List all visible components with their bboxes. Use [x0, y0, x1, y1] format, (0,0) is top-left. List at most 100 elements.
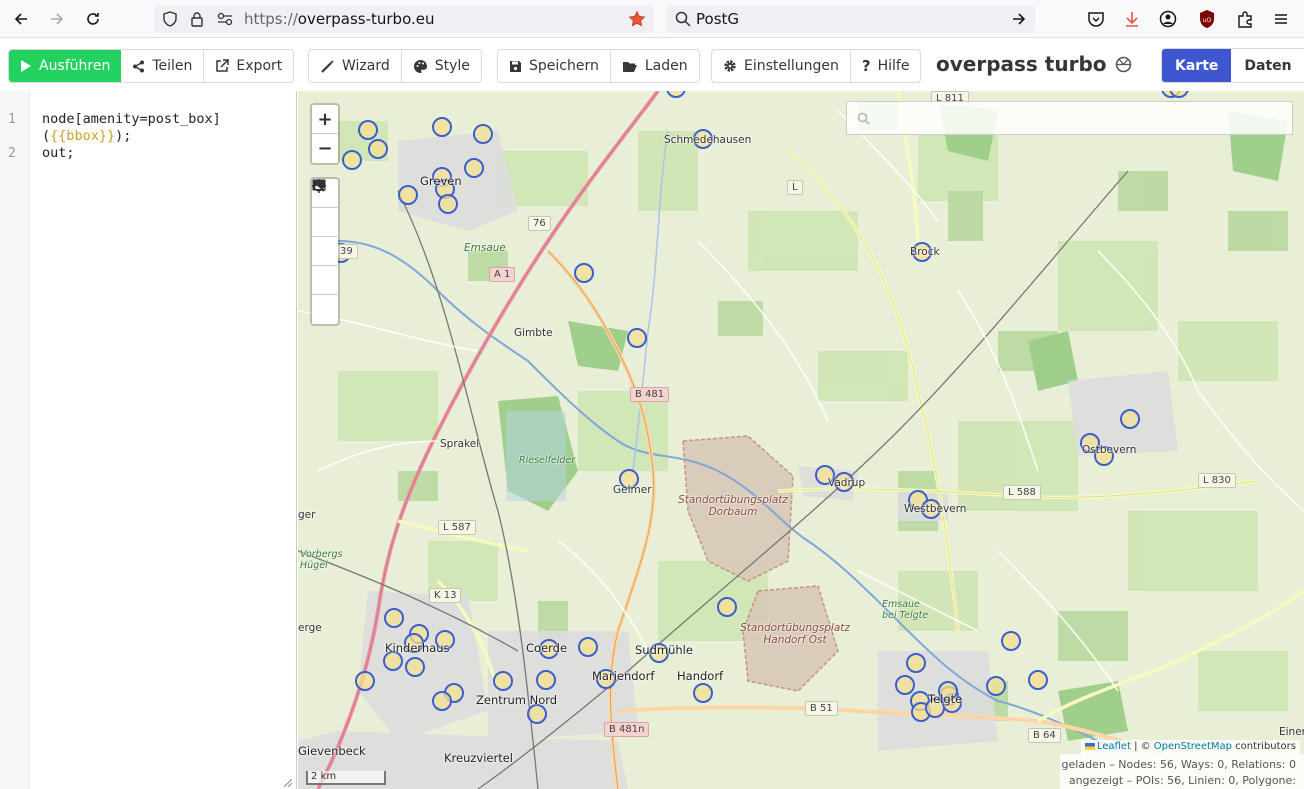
export-label: Export — [236, 58, 283, 74]
previous-view-button[interactable] — [312, 180, 338, 295]
bookmark-star-icon[interactable] — [628, 10, 646, 32]
menu-icon[interactable] — [1270, 8, 1292, 30]
style-button[interactable]: Style — [402, 50, 481, 82]
post-box-marker[interactable] — [432, 117, 452, 137]
post-box-marker[interactable] — [432, 691, 452, 711]
wizard-button[interactable]: Wizard — [309, 50, 402, 82]
place-label: Kreuzviertel — [444, 751, 513, 765]
map-view[interactable]: Greven Schmedehausen Emsaue Gimbte Sprak… — [298, 91, 1304, 789]
place-label: Vadrup — [828, 477, 866, 489]
road-shield: L 830 — [1198, 473, 1236, 488]
post-box-marker[interactable] — [355, 671, 375, 691]
post-box-marker[interactable] — [717, 597, 737, 617]
place-label: Rieselfelder — [519, 455, 576, 466]
tab-data[interactable]: Daten — [1231, 49, 1304, 82]
ublock-icon[interactable]: uO — [1196, 8, 1218, 30]
post-box-marker[interactable] — [1001, 631, 1021, 651]
export-image-button[interactable] — [312, 179, 338, 266]
save-load-group: Speichern Laden — [497, 49, 700, 83]
view-toggle: Karte Daten — [1161, 48, 1304, 83]
road-shield: L 587 — [438, 520, 476, 535]
post-box-marker[interactable] — [527, 704, 547, 724]
post-box-marker[interactable] — [368, 139, 388, 159]
post-box-marker[interactable] — [693, 683, 713, 703]
post-box-marker[interactable] — [986, 676, 1006, 696]
resize-grip-icon[interactable] — [284, 779, 292, 787]
place-label: Emsaue bei Telgte — [882, 599, 929, 621]
post-box-marker[interactable] — [342, 150, 362, 170]
url-text: https://overpass-turbo.eu — [244, 10, 434, 28]
post-box-marker[interactable] — [473, 124, 493, 144]
place-label: Gimbte — [514, 327, 553, 339]
road-shield: K 13 — [429, 588, 462, 603]
locate-button[interactable] — [312, 179, 338, 237]
extensions-icon[interactable] — [1234, 8, 1256, 30]
map-search-input[interactable] — [846, 101, 1293, 135]
load-button[interactable]: Laden — [611, 50, 699, 82]
lock-icon[interactable] — [190, 11, 204, 31]
post-box-marker[interactable] — [536, 670, 556, 690]
pocket-icon[interactable] — [1085, 8, 1107, 30]
search-bar[interactable]: PostG — [667, 5, 1035, 33]
data-stats: geladen – Nodes: 56, Ways: 0, Relations:… — [1060, 754, 1304, 789]
place-label: Standortübungsplatz Dorbaum — [678, 494, 788, 518]
osm-link[interactable]: OpenStreetMap — [1154, 741, 1232, 752]
export-button[interactable]: Export — [204, 50, 293, 82]
leaflet-link[interactable]: Leaflet — [1097, 741, 1131, 752]
place-label: Vorbergs Hügel — [300, 549, 343, 571]
url-bar[interactable]: https://overpass-turbo.eu — [154, 5, 654, 33]
post-box-marker[interactable] — [1028, 670, 1048, 690]
save-button[interactable]: Speichern — [498, 50, 611, 82]
post-box-marker[interactable] — [895, 675, 915, 695]
post-box-marker[interactable] — [358, 120, 378, 140]
post-box-marker[interactable] — [405, 657, 425, 677]
place-label: Westbevern — [904, 503, 967, 515]
zoom-out-button[interactable]: − — [312, 134, 338, 163]
code-line-2[interactable]: out; — [42, 145, 75, 161]
gear-icon — [724, 60, 736, 72]
arrow-right-icon[interactable] — [1011, 11, 1027, 31]
share-button[interactable]: Teilen — [121, 50, 205, 82]
share-icon — [133, 60, 145, 72]
post-box-marker[interactable] — [438, 194, 458, 214]
load-label: Laden — [644, 58, 688, 74]
settings-button[interactable]: Einstellungen — [712, 50, 851, 82]
post-box-marker[interactable] — [857, 112, 868, 123]
query-editor[interactable]: 1 2 node[amenity=post_box] ({{bbox}}); o… — [0, 91, 297, 789]
help-button[interactable]: ? Hilfe — [851, 50, 921, 82]
post-box-marker[interactable] — [384, 608, 404, 628]
code-line-1a[interactable]: node[amenity=post_box] — [42, 111, 221, 127]
download-icon[interactable] — [1121, 8, 1143, 30]
post-box-marker[interactable] — [493, 671, 513, 691]
clear-button[interactable] — [312, 179, 338, 324]
code-line-1b[interactable]: ({{bbox}}); — [42, 128, 131, 144]
permissions-icon[interactable] — [216, 11, 234, 31]
place-label: Einen — [1279, 726, 1304, 738]
post-box-marker[interactable] — [574, 263, 594, 283]
run-button[interactable]: Ausführen — [9, 50, 122, 82]
back-icon[interactable] — [8, 7, 34, 31]
help-label: Hilfe — [877, 58, 910, 74]
account-icon[interactable] — [1157, 8, 1179, 30]
road-shield: B 481n — [604, 722, 650, 737]
code-paren-open: ( — [42, 128, 51, 144]
export-icon — [216, 59, 230, 72]
stats-loaded: geladen – Nodes: 56, Ways: 0, Relations:… — [1061, 758, 1296, 771]
folder-open-icon — [622, 61, 637, 72]
post-box-marker[interactable] — [464, 158, 484, 178]
tab-map[interactable]: Karte — [1162, 49, 1232, 82]
post-box-marker[interactable] — [1120, 409, 1140, 429]
post-box-marker[interactable] — [627, 328, 647, 348]
forward-icon[interactable] — [44, 7, 70, 31]
search-icon — [675, 11, 691, 31]
settings-label: Einstellungen — [744, 58, 839, 74]
post-box-marker[interactable] — [398, 185, 418, 205]
reload-icon[interactable] — [80, 7, 106, 31]
post-box-marker[interactable] — [578, 637, 598, 657]
line-number: 2 — [8, 146, 16, 161]
shield-icon[interactable] — [162, 11, 178, 31]
zoom-in-button[interactable]: + — [312, 105, 338, 134]
road-shield: 76 — [528, 216, 551, 231]
post-box-marker[interactable] — [906, 653, 926, 673]
attribution-separator: | © — [1130, 741, 1154, 752]
